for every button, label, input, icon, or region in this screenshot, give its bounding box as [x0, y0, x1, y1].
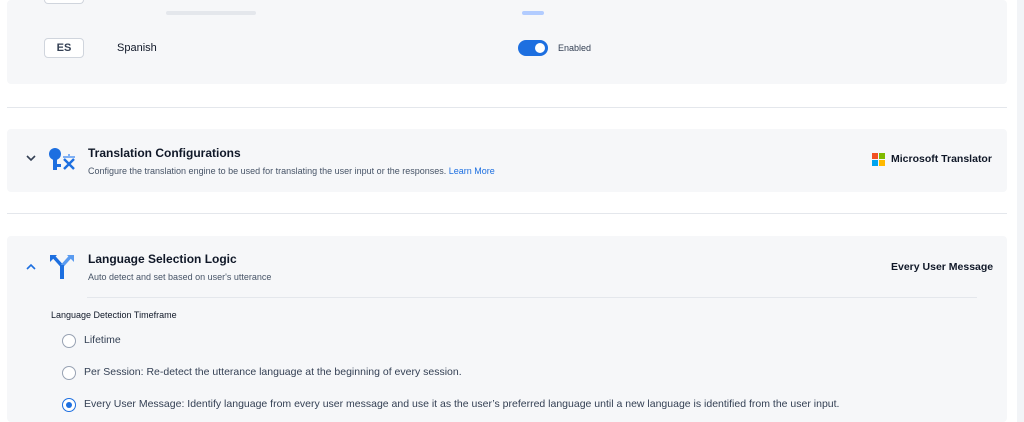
- radio-label: Per Session: Re-detect the utterance lan…: [84, 366, 462, 378]
- radio-label: Every User Message: Identify language fr…: [84, 398, 840, 410]
- translation-description: Configure the translation engine to be u…: [88, 166, 495, 176]
- microsoft-logo-icon: [872, 153, 886, 167]
- radio-label: Lifetime: [84, 334, 121, 346]
- selection-logic-title: Language Selection Logic: [88, 252, 237, 266]
- selection-logic-description: Auto detect and set based on user's utte…: [88, 272, 272, 282]
- language-code-badge: ES: [44, 38, 84, 58]
- chevron-up-icon[interactable]: [24, 260, 38, 277]
- section-divider: [7, 213, 1007, 214]
- radio-button-selected[interactable]: [62, 398, 76, 412]
- language-selection-panel: Language Selection Logic Auto detect and…: [7, 236, 1007, 422]
- radio-button[interactable]: [62, 334, 76, 348]
- radio-button[interactable]: [62, 366, 76, 380]
- language-name: Spanish: [117, 42, 157, 54]
- language-list-panel: ES Spanish Enabled: [7, 0, 1007, 84]
- translate-icon: [47, 147, 77, 178]
- panel-inner-divider: [87, 297, 977, 298]
- chevron-down-icon[interactable]: [24, 151, 38, 168]
- language-status-label: Enabled: [558, 43, 592, 53]
- previous-language-code: [44, 0, 84, 4]
- previous-language-field: [166, 11, 256, 15]
- translation-description-text: Configure the translation engine to be u…: [88, 166, 447, 176]
- translation-config-panel[interactable]: Translation Configurations Configure the…: [7, 129, 1007, 192]
- previous-language-toggle: [522, 11, 544, 15]
- language-enabled-toggle[interactable]: [518, 40, 548, 56]
- translation-engine-label: Microsoft Translator: [891, 153, 992, 165]
- current-selection-label: Every User Message: [891, 261, 994, 273]
- timeframe-section-label: Language Detection Timeframe: [51, 310, 177, 320]
- merge-arrows-icon: [49, 253, 75, 286]
- learn-more-link[interactable]: Learn More: [449, 166, 495, 176]
- toggle-knob: [535, 43, 545, 53]
- translation-title: Translation Configurations: [88, 146, 241, 160]
- scrollbar[interactable]: [1017, 0, 1024, 422]
- section-divider: [7, 107, 1007, 108]
